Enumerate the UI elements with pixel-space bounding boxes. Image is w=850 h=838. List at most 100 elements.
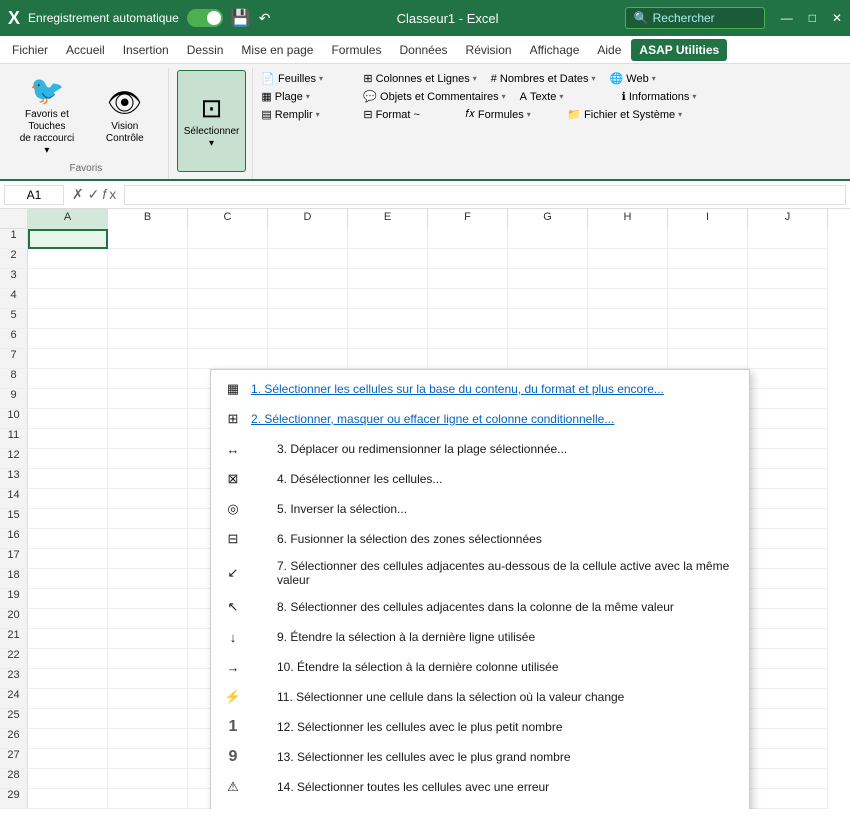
row-number-6[interactable]: 6 <box>0 329 28 349</box>
cell-A17[interactable] <box>28 549 108 569</box>
cell-B13[interactable] <box>108 469 188 489</box>
row-number-22[interactable]: 22 <box>0 649 28 669</box>
cell-G3[interactable] <box>508 269 588 289</box>
dropdown-item-12[interactable]: 112. Sélectionner les cellules avec le p… <box>211 712 749 742</box>
cell-A8[interactable] <box>28 369 108 389</box>
cell-I2[interactable] <box>668 249 748 269</box>
cell-J2[interactable] <box>748 249 828 269</box>
cell-J27[interactable] <box>748 749 828 769</box>
row-number-4[interactable]: 4 <box>0 289 28 309</box>
cell-A16[interactable] <box>28 529 108 549</box>
dropdown-item-3[interactable]: ↔3. Déplacer ou redimensionner la plage … <box>211 434 749 464</box>
cell-B11[interactable] <box>108 429 188 449</box>
cell-A12[interactable] <box>28 449 108 469</box>
cell-B5[interactable] <box>108 309 188 329</box>
row-number-14[interactable]: 14 <box>0 489 28 509</box>
cell-B25[interactable] <box>108 709 188 729</box>
cell-F3[interactable] <box>428 269 508 289</box>
row-number-10[interactable]: 10 <box>0 409 28 429</box>
cell-I5[interactable] <box>668 309 748 329</box>
row-number-20[interactable]: 20 <box>0 609 28 629</box>
cell-A15[interactable] <box>28 509 108 529</box>
menu-accueil[interactable]: Accueil <box>58 39 113 61</box>
cell-A23[interactable] <box>28 669 108 689</box>
col-B[interactable]: B <box>108 209 188 229</box>
cell-B26[interactable] <box>108 729 188 749</box>
menu-insertion[interactable]: Insertion <box>115 39 177 61</box>
btn-nombres-dates[interactable]: # Nombres et Dates ▾ <box>485 70 602 87</box>
row-number-1[interactable]: 1 <box>0 229 28 249</box>
row-number-3[interactable]: 3 <box>0 269 28 289</box>
cell-J9[interactable] <box>748 389 828 409</box>
row-number-19[interactable]: 19 <box>0 589 28 609</box>
cell-J5[interactable] <box>748 309 828 329</box>
cell-B18[interactable] <box>108 569 188 589</box>
cell-A28[interactable] <box>28 769 108 789</box>
cell-I7[interactable] <box>668 349 748 369</box>
cell-J11[interactable] <box>748 429 828 449</box>
col-A[interactable]: A <box>28 209 108 229</box>
cell-B20[interactable] <box>108 609 188 629</box>
col-G[interactable]: G <box>508 209 588 229</box>
col-C[interactable]: C <box>188 209 268 229</box>
cell-A13[interactable] <box>28 469 108 489</box>
cell-A26[interactable] <box>28 729 108 749</box>
cell-B15[interactable] <box>108 509 188 529</box>
cell-E6[interactable] <box>348 329 428 349</box>
cell-A3[interactable] <box>28 269 108 289</box>
btn-selectionner[interactable]: ⊡ Sélectionner▾ <box>177 70 247 172</box>
cell-B14[interactable] <box>108 489 188 509</box>
dropdown-item-1[interactable]: ▦1. Sélectionner les cellules sur la bas… <box>211 374 749 404</box>
cell-J20[interactable] <box>748 609 828 629</box>
cell-E3[interactable] <box>348 269 428 289</box>
cell-F5[interactable] <box>428 309 508 329</box>
dropdown-item-6[interactable]: ⊟6. Fusionner la sélection des zones sél… <box>211 524 749 554</box>
cell-J8[interactable] <box>748 369 828 389</box>
cell-J19[interactable] <box>748 589 828 609</box>
dropdown-item-5[interactable]: ◎5. Inverser la sélection... <box>211 494 749 524</box>
cell-F7[interactable] <box>428 349 508 369</box>
row-number-15[interactable]: 15 <box>0 509 28 529</box>
cell-E7[interactable] <box>348 349 428 369</box>
row-number-18[interactable]: 18 <box>0 569 28 589</box>
cell-G7[interactable] <box>508 349 588 369</box>
cell-J25[interactable] <box>748 709 828 729</box>
cell-B17[interactable] <box>108 549 188 569</box>
cell-A29[interactable] <box>28 789 108 809</box>
cell-J13[interactable] <box>748 469 828 489</box>
cell-F6[interactable] <box>428 329 508 349</box>
cell-A14[interactable] <box>28 489 108 509</box>
cell-B3[interactable] <box>108 269 188 289</box>
cell-E4[interactable] <box>348 289 428 309</box>
dropdown-item-7[interactable]: ↙7. Sélectionner des cellules adjacentes… <box>211 554 749 592</box>
menu-dessin[interactable]: Dessin <box>179 39 232 61</box>
cell-B2[interactable] <box>108 249 188 269</box>
row-number-11[interactable]: 11 <box>0 429 28 449</box>
cell-A7[interactable] <box>28 349 108 369</box>
btn-plage[interactable]: ▦ Plage ▾ <box>255 88 355 105</box>
dropdown-item-4[interactable]: ⊠4. Désélectionner les cellules... <box>211 464 749 494</box>
menu-fichier[interactable]: Fichier <box>4 39 56 61</box>
row-number-28[interactable]: 28 <box>0 769 28 789</box>
dropdown-item-10[interactable]: →10. Étendre la sélection à la dernière … <box>211 652 749 682</box>
cell-B4[interactable] <box>108 289 188 309</box>
cell-C2[interactable] <box>188 249 268 269</box>
cell-C3[interactable] <box>188 269 268 289</box>
cell-B23[interactable] <box>108 669 188 689</box>
cell-G5[interactable] <box>508 309 588 329</box>
cell-J24[interactable] <box>748 689 828 709</box>
row-number-13[interactable]: 13 <box>0 469 28 489</box>
btn-vision[interactable]: 👁 VisionContrôle <box>88 70 162 161</box>
save-icon[interactable]: 💾 <box>231 8 251 28</box>
cell-E2[interactable] <box>348 249 428 269</box>
cell-A10[interactable] <box>28 409 108 429</box>
row-number-16[interactable]: 16 <box>0 529 28 549</box>
cell-B16[interactable] <box>108 529 188 549</box>
menu-formules[interactable]: Formules <box>323 39 389 61</box>
dropdown-item-9[interactable]: ↓9. Étendre la sélection à la dernière l… <box>211 622 749 652</box>
cell-I1[interactable] <box>668 229 748 249</box>
cell-E1[interactable] <box>348 229 428 249</box>
cell-H4[interactable] <box>588 289 668 309</box>
cell-J3[interactable] <box>748 269 828 289</box>
col-D[interactable]: D <box>268 209 348 229</box>
